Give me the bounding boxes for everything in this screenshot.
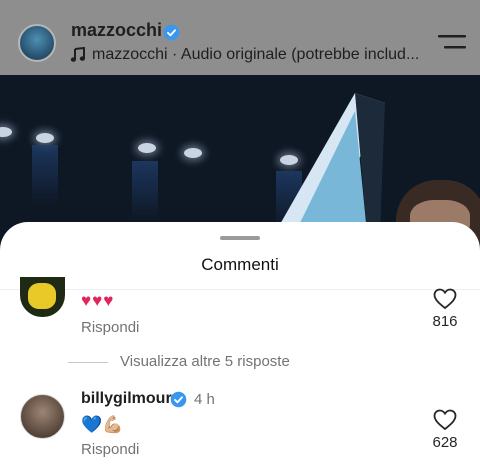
reel-audio-label[interactable]: mazzocchi · Audio originale (potrebbe in… xyxy=(92,46,422,64)
replies-divider-line xyxy=(68,362,108,363)
comment-username[interactable]: billygilmour xyxy=(81,390,172,408)
comment-text: 💙💪🏼 xyxy=(81,415,124,434)
reply-button[interactable]: Rispondi xyxy=(81,441,139,458)
reel-username[interactable]: mazzocchi xyxy=(71,20,162,41)
menu-icon[interactable] xyxy=(438,34,466,52)
like-count: 628 xyxy=(432,434,458,451)
verified-badge-icon xyxy=(170,391,187,408)
sheet-title: Commenti xyxy=(201,255,279,274)
sheet-drag-handle[interactable] xyxy=(220,236,260,240)
verified-badge-icon xyxy=(163,24,180,41)
heart-outline-icon[interactable] xyxy=(433,409,457,431)
reply-button[interactable]: Rispondi xyxy=(81,319,139,336)
comment-avatar[interactable] xyxy=(20,394,65,439)
music-note-icon xyxy=(70,47,85,62)
reel-author-avatar[interactable] xyxy=(18,24,56,62)
comment-text: ♥♥♥ xyxy=(81,291,115,310)
stage-triangle-shape xyxy=(275,93,385,233)
comment-timestamp: 4 h xyxy=(194,391,215,408)
view-more-replies-link[interactable]: Visualizza altre 5 risposte xyxy=(120,353,290,370)
heart-outline-icon[interactable] xyxy=(433,288,457,310)
sheet-divider xyxy=(0,289,480,290)
like-count: 816 xyxy=(432,313,458,330)
reel-screen: mazzocchi mazzocchi · Audio originale (p… xyxy=(0,0,480,471)
